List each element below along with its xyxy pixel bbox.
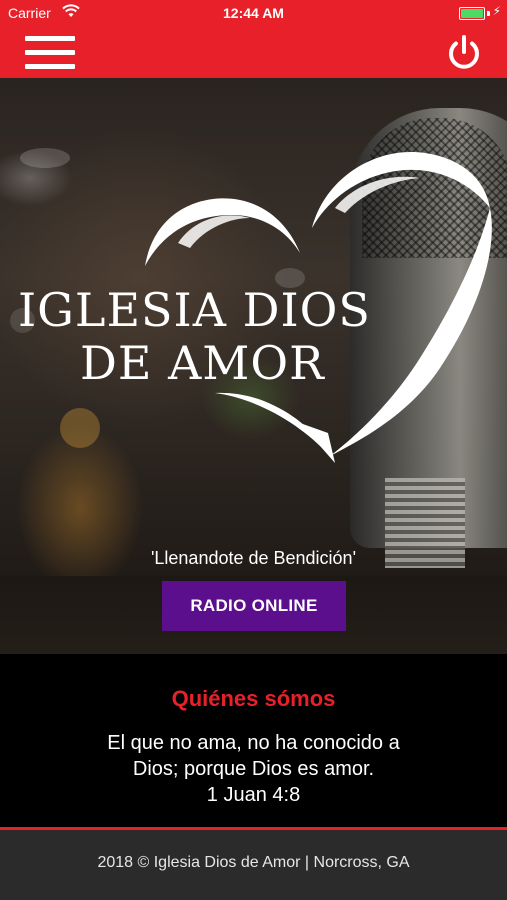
- battery-tip: [487, 11, 490, 16]
- radio-online-button[interactable]: RADIO ONLINE: [162, 581, 346, 631]
- hamburger-menu-icon[interactable]: [25, 36, 75, 70]
- logo-text-line-1: IGLESIA DIOS: [18, 283, 371, 337]
- verse-line-2: Dios; porque Dios es amor.: [132, 758, 375, 780]
- power-icon[interactable]: [445, 34, 483, 72]
- battery-icon: [459, 7, 485, 20]
- status-time: 12:44 AM: [223, 5, 284, 21]
- verse-line-1: El que no ama, no ha conocido a: [107, 732, 400, 754]
- bible-verse: El que no ama, no ha conocido a Dios; po…: [60, 730, 447, 808]
- charging-icon: ⚡: [492, 4, 501, 18]
- hero-banner: IGLESIA DIOS DE AMOR 'Llenandote de Bend…: [0, 78, 507, 576]
- footer: 2018 © Iglesia Dios de Amor | Norcross, …: [0, 830, 507, 900]
- about-section: Quiénes sómos El que no ama, no ha conoc…: [0, 654, 507, 827]
- battery-level: [461, 9, 483, 18]
- status-bar: Carrier 12:44 AM ⚡: [0, 0, 507, 26]
- tagline: 'Llenandote de Bendición': [150, 548, 357, 568]
- section-title: Quiénes sómos: [171, 686, 336, 711]
- verse-reference: 1 Juan 4:8: [206, 784, 301, 806]
- nav-bar: [0, 26, 507, 78]
- footer-text: 2018 © Iglesia Dios de Amor | Norcross, …: [97, 854, 410, 871]
- logo-text-line-2: DE AMOR: [80, 336, 325, 390]
